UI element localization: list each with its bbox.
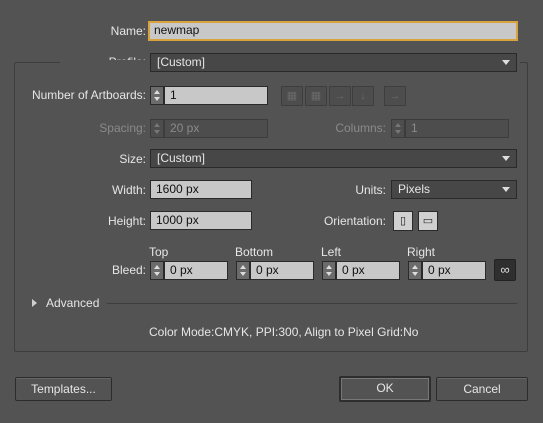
columns-input: 1 xyxy=(405,119,509,138)
spacing-label: Spacing: xyxy=(99,121,146,135)
cancel-button[interactable]: Cancel xyxy=(436,377,528,401)
units-label: Units: xyxy=(355,183,386,197)
grid-by-row-icon[interactable]: ▦ xyxy=(281,86,303,106)
portrait-icon[interactable]: ▯ xyxy=(393,211,413,231)
height-label: Height: xyxy=(107,214,146,228)
spacing-stepper xyxy=(150,119,164,138)
width-label: Width: xyxy=(111,183,146,197)
grid-by-column-icon[interactable]: ▦ xyxy=(305,86,327,106)
bleed-bottom-input[interactable]: 0 px xyxy=(250,261,314,280)
arrange-by-row-icon[interactable]: → xyxy=(329,86,351,106)
orientation-label: Orientation: xyxy=(323,214,386,228)
advanced-divider xyxy=(107,303,517,304)
name-label: Name: xyxy=(110,24,146,38)
columns-stepper xyxy=(391,119,405,138)
link-chain-icon[interactable]: ∞ xyxy=(494,259,516,281)
bleed-right-input[interactable]: 0 px xyxy=(422,261,486,280)
bleed-left-label: Left xyxy=(321,245,342,259)
templates-button[interactable]: Templates... xyxy=(15,377,112,401)
chevron-down-icon xyxy=(502,187,510,192)
arrange-by-column-icon[interactable]: ↓ xyxy=(352,86,374,106)
units-select[interactable]: Pixels xyxy=(391,180,517,199)
bleed-right-stepper[interactable] xyxy=(408,261,422,280)
spacing-input: 20 px xyxy=(164,119,268,138)
right-to-left-icon[interactable]: → xyxy=(384,86,406,106)
bleed-top-label: Top xyxy=(149,245,169,259)
disclosure-triangle-icon[interactable] xyxy=(32,299,37,307)
bleed-top-stepper[interactable] xyxy=(150,261,164,280)
size-label: Size: xyxy=(119,152,146,166)
chevron-down-icon xyxy=(502,156,510,161)
bleed-right-label: Right xyxy=(407,245,436,259)
size-select-value: [Custom] xyxy=(157,151,206,165)
bleed-left-input[interactable]: 0 px xyxy=(336,261,400,280)
landscape-icon[interactable]: ▭ xyxy=(418,211,438,231)
artboards-input[interactable]: 1 xyxy=(164,86,268,105)
bleed-label: Bleed: xyxy=(111,263,146,277)
profile-select-overlay: [Custom] xyxy=(150,53,517,72)
height-input[interactable]: 1000 px xyxy=(150,211,252,230)
units-select-value: Pixels xyxy=(398,182,431,196)
advanced-label[interactable]: Advanced xyxy=(46,295,99,311)
artboards-label: Number of Artboards: xyxy=(31,88,146,102)
bleed-bottom-stepper[interactable] xyxy=(236,261,250,280)
columns-label: Columns: xyxy=(335,121,386,135)
ok-button[interactable]: OK xyxy=(339,376,431,402)
size-select[interactable]: [Custom] xyxy=(150,149,517,168)
width-input[interactable]: 1600 px xyxy=(150,180,252,199)
bleed-bottom-label: Bottom xyxy=(235,245,274,259)
name-input[interactable]: newmap xyxy=(148,21,518,41)
bleed-left-stepper[interactable] xyxy=(322,261,336,280)
document-summary: Color Mode:CMYK, PPI:300, Align to Pixel… xyxy=(149,325,419,339)
artboards-stepper[interactable] xyxy=(150,86,164,105)
bleed-top-input[interactable]: 0 px xyxy=(164,261,228,280)
